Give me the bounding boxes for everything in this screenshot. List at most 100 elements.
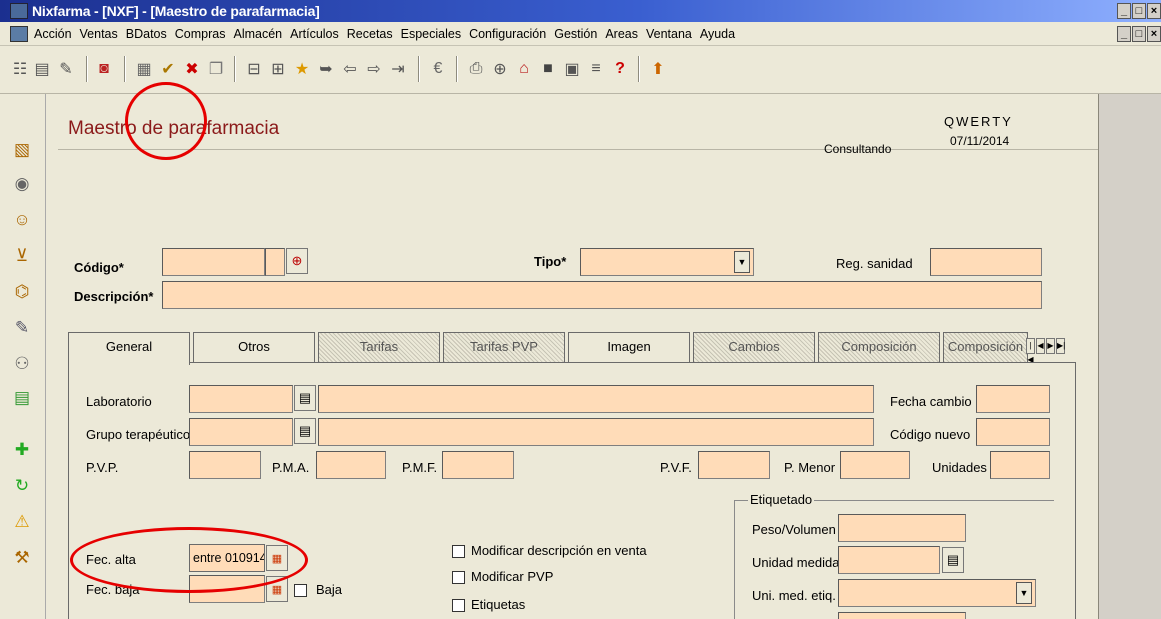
laboratorio-name-field[interactable] [318, 385, 874, 413]
tab-imagen[interactable]: Imagen [568, 332, 690, 362]
refresh-icon[interactable]: ◙ [94, 58, 114, 80]
minimize-button[interactable]: _ [1117, 3, 1131, 19]
tab-composicion[interactable]: Composición [818, 332, 940, 362]
copy-record-icon[interactable]: ❐ [206, 58, 226, 80]
menu-compras[interactable]: Compras [175, 27, 226, 41]
pvf-field[interactable] [698, 451, 770, 479]
pma-field[interactable] [316, 451, 386, 479]
unidad-medida-lookup-icon[interactable]: ▤ [942, 547, 964, 573]
tipo-select[interactable] [580, 248, 754, 276]
unidades-field[interactable] [990, 451, 1050, 479]
tools-icon[interactable]: ⚒ [10, 546, 34, 570]
new-record-icon[interactable]: ▦ [134, 58, 154, 80]
tab-next-icon[interactable]: ▶ [1046, 338, 1055, 354]
euro-icon[interactable]: € [428, 58, 448, 80]
menu-areas[interactable]: Areas [605, 27, 638, 41]
users-icon[interactable]: ⚇ [10, 352, 34, 376]
menu-ayuda[interactable]: Ayuda [700, 27, 735, 41]
menu-configuracion[interactable]: Configuración [469, 27, 546, 41]
laboratorio-lookup-icon[interactable]: ▤ [294, 385, 316, 411]
tab-tarifas-pvp[interactable]: Tarifas PVP [443, 332, 565, 362]
p-menor-field[interactable] [840, 451, 910, 479]
exit-icon[interactable]: ⬆ [648, 58, 668, 80]
uni-med-etiq-dropdown-icon[interactable]: ▼ [1016, 582, 1032, 604]
person-icon[interactable]: ☺ [10, 208, 34, 232]
tab-scroll-arrows: |◀ ◀ ▶ ▶| [1026, 338, 1065, 364]
last-icon[interactable]: ⇥ [388, 58, 408, 80]
menu-articulos[interactable]: Artículos [290, 27, 339, 41]
tab-general[interactable]: General [68, 332, 190, 365]
shop-icon[interactable]: ⌬ [10, 280, 34, 304]
cart-icon[interactable]: ≡ [586, 58, 606, 80]
grupo-name-field[interactable] [318, 418, 874, 446]
tab-cambios[interactable]: Cambios [693, 332, 815, 362]
modificar-pvp-checkbox[interactable] [452, 571, 465, 584]
register-icon[interactable]: ▤ [10, 386, 34, 410]
tab-otros[interactable]: Otros [193, 332, 315, 362]
previous-icon[interactable]: ⇦ [340, 58, 360, 80]
zoom-search-button[interactable]: ⊕ [286, 248, 308, 274]
chevron-down-icon[interactable]: ▼ [734, 251, 750, 273]
menu-recetas[interactable]: Recetas [347, 27, 393, 41]
warning-icon[interactable]: ⚠ [10, 510, 34, 534]
codigo-field[interactable] [162, 248, 265, 276]
list-icon[interactable]: ☷ [10, 58, 30, 80]
reg-sanidad-field[interactable] [930, 248, 1042, 276]
baja-checkbox[interactable] [294, 584, 307, 597]
save-record-icon[interactable]: ✔ [158, 58, 178, 80]
star-icon[interactable]: ★ [292, 58, 312, 80]
menu-ventas[interactable]: Ventas [80, 27, 118, 41]
fecha-cambio-field[interactable] [976, 385, 1050, 413]
modificar-descripcion-checkbox[interactable] [452, 545, 465, 558]
grupo-code-field[interactable] [189, 418, 293, 446]
next-etiquetado-field[interactable] [838, 612, 966, 619]
uni-med-etiq-select[interactable] [838, 579, 1036, 607]
mdi-restore-button[interactable]: □ [1132, 26, 1146, 42]
home-icon[interactable]: ⌂ [514, 58, 534, 80]
tab-first-icon[interactable]: |◀ [1026, 338, 1035, 364]
cart-side-icon[interactable]: ⊻ [10, 244, 34, 268]
laboratorio-code-field[interactable] [189, 385, 293, 413]
peso-volumen-field[interactable] [838, 514, 966, 542]
pharmacy-cross-icon[interactable]: ✚ [10, 438, 34, 462]
print-icon[interactable]: ⎙ [466, 58, 486, 80]
menu-ventana[interactable]: Ventana [646, 27, 692, 41]
tab-composicion-2[interactable]: Composición [943, 332, 1028, 362]
close-button[interactable]: × [1147, 3, 1161, 19]
mdi-minimize-button[interactable]: _ [1117, 26, 1131, 42]
stop-icon[interactable]: ■ [538, 58, 558, 80]
preview-icon[interactable]: ⊕ [490, 58, 510, 80]
book-icon[interactable]: ▧ [10, 138, 34, 162]
menu-accion[interactable]: Acción [34, 27, 72, 41]
tab-prev-icon[interactable]: ◀ [1036, 338, 1045, 354]
delete-record-icon[interactable]: ✖ [182, 58, 202, 80]
menu-almacen[interactable]: Almacén [233, 27, 282, 41]
help-icon[interactable]: ? [610, 58, 630, 80]
menu-bdatos[interactable]: BDatos [126, 27, 167, 41]
grid-icon[interactable]: ⊞ [268, 58, 288, 80]
form-icon[interactable]: ▤ [32, 58, 52, 80]
codigo-suffix-field[interactable] [265, 248, 285, 276]
codigo-nuevo-field[interactable] [976, 418, 1050, 446]
pmf-field[interactable] [442, 451, 514, 479]
menu-gestion[interactable]: Gestión [554, 27, 597, 41]
etiquetas-checkbox[interactable] [452, 599, 465, 612]
pencil-icon[interactable]: ✎ [10, 316, 34, 340]
next-icon[interactable]: ⇨ [364, 58, 384, 80]
enter-icon[interactable]: ➥ [316, 58, 336, 80]
edit-icon[interactable]: ✎ [56, 58, 76, 80]
maximize-button[interactable]: □ [1132, 3, 1146, 19]
unidad-medida-field[interactable] [838, 546, 940, 574]
pvp-field[interactable] [189, 451, 261, 479]
tab-tarifas[interactable]: Tarifas [318, 332, 440, 362]
coin-icon[interactable]: ◉ [10, 172, 34, 196]
tab-last-icon[interactable]: ▶| [1056, 338, 1065, 354]
descripcion-field[interactable] [162, 281, 1042, 309]
first-icon[interactable]: ⊟ [244, 58, 264, 80]
recycle-icon[interactable]: ↻ [10, 474, 34, 498]
mdi-close-button[interactable]: × [1147, 26, 1161, 42]
grupo-lookup-icon[interactable]: ▤ [294, 418, 316, 444]
menu-especiales[interactable]: Especiales [401, 27, 461, 41]
calculator-icon[interactable]: ▣ [562, 58, 582, 80]
highlight-circle-toolbar [125, 82, 207, 160]
